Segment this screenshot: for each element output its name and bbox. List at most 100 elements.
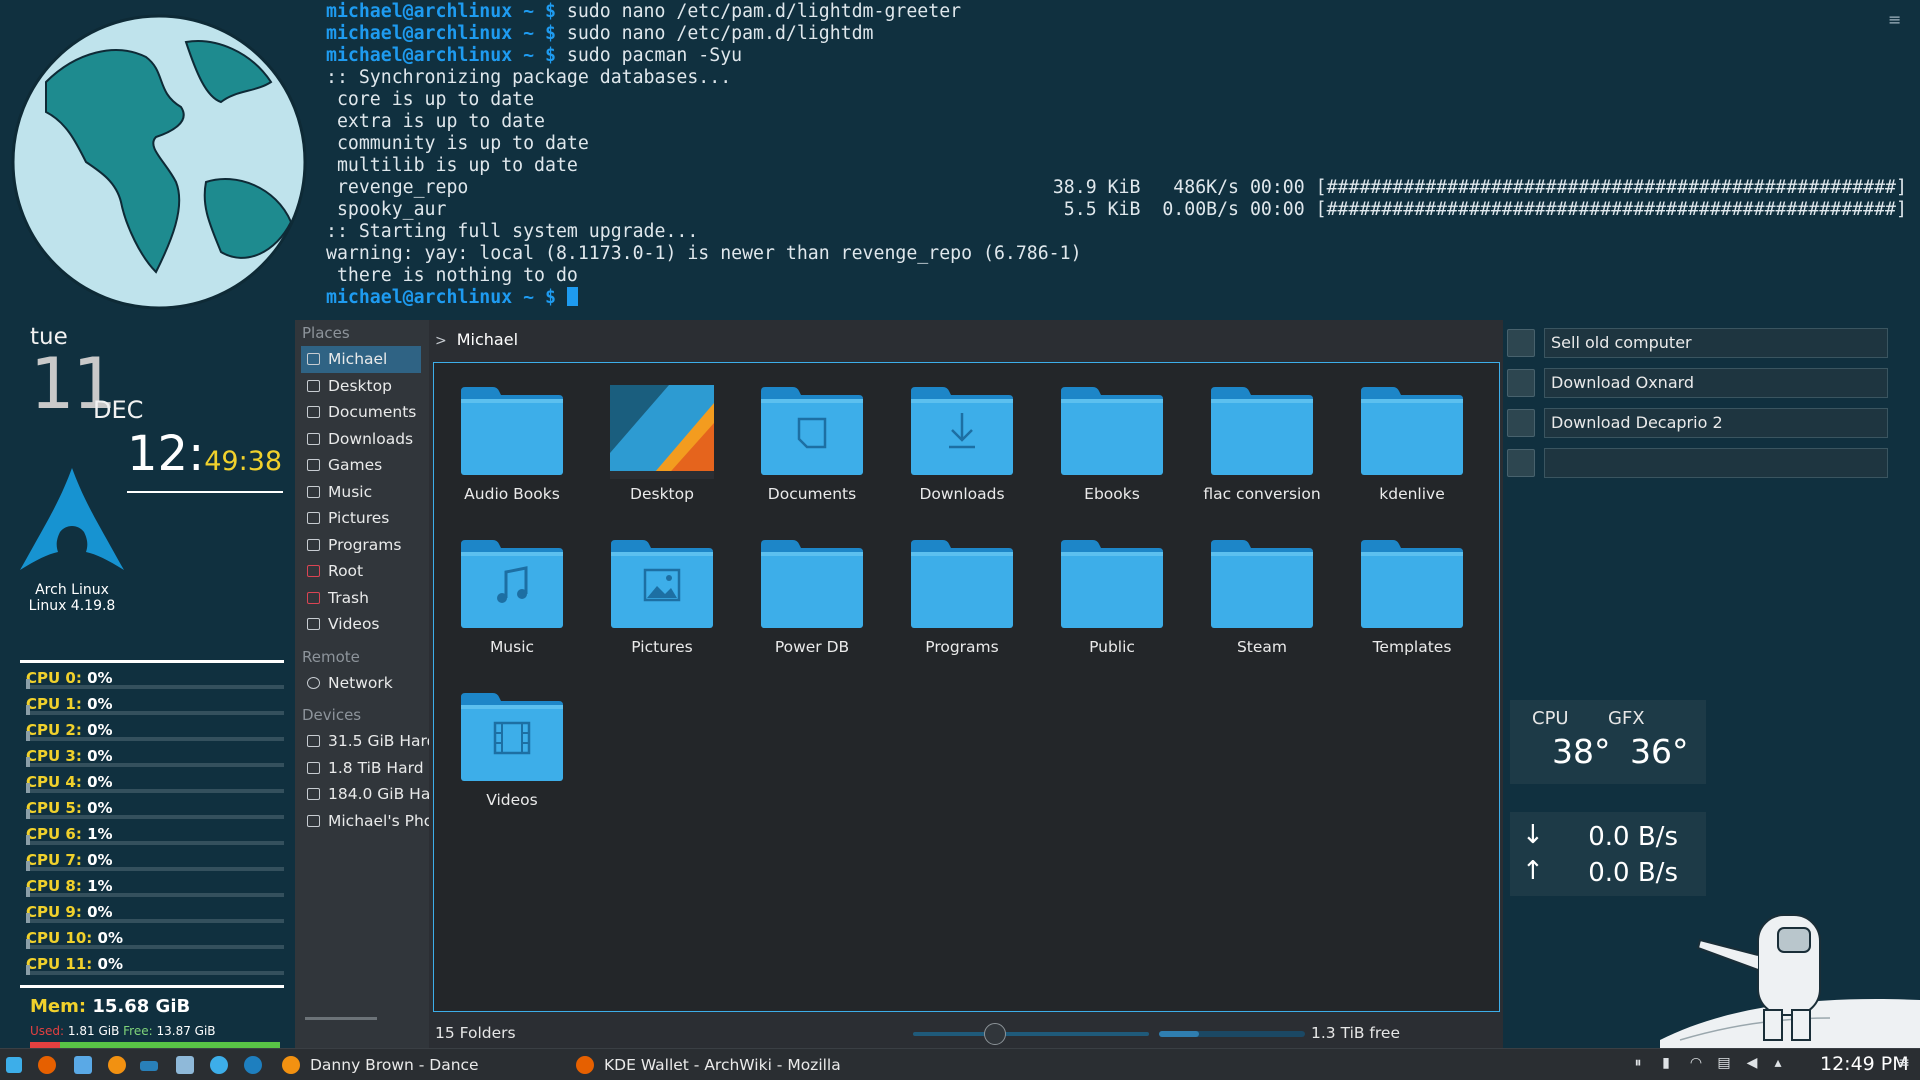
download-row: ↓ 0.0 B/s xyxy=(1510,820,1706,856)
discover-icon[interactable] xyxy=(176,1056,194,1074)
application-launcher-icon[interactable] xyxy=(6,1057,22,1073)
places-item-trash[interactable]: Trash xyxy=(295,585,429,612)
steam-icon[interactable] xyxy=(244,1056,262,1074)
places-scrollbar[interactable] xyxy=(305,1017,377,1020)
breadcrumb[interactable]: > Michael xyxy=(435,320,518,362)
upload-row: ↑ 0.0 B/s xyxy=(1510,856,1706,892)
folder-icon xyxy=(1342,536,1482,632)
gfx-temp-label: GFX xyxy=(1608,708,1645,729)
terminal-line: warning: yay: local (8.1173.0-1) is newe… xyxy=(326,243,1916,265)
folder-label: kdenlive xyxy=(1379,485,1445,503)
telegram-icon[interactable] xyxy=(210,1056,228,1074)
desktop-clock: 12:49:38 xyxy=(127,428,283,493)
folder-view[interactable]: Audio Books Desktop Documents Downloads Eboo… xyxy=(433,362,1500,1012)
todo-text-field[interactable]: Sell old computer xyxy=(1544,328,1888,358)
places-item-michael-s-pho[interactable]: Michael's Pho xyxy=(295,808,429,835)
terminal-line-text: core is up to date xyxy=(326,89,535,110)
terminal-output[interactable]: michael@archlinux ~ $ sudo nano /etc/pam… xyxy=(326,0,1920,318)
places-item-music[interactable]: Music xyxy=(295,479,429,506)
audio-player-launcher-icon[interactable] xyxy=(108,1056,126,1074)
folder-label: Audio Books xyxy=(464,485,560,503)
folder-item-pictures[interactable]: Pictures xyxy=(592,536,732,656)
folder-item-kdenlive[interactable]: kdenlive xyxy=(1342,383,1482,503)
terminal-line-text: community is up to date xyxy=(326,133,589,154)
kde-connect-icon[interactable] xyxy=(74,1056,92,1074)
pictures-icon xyxy=(307,512,320,524)
places-item-root[interactable]: Root xyxy=(295,558,429,585)
breadcrumb-item-michael[interactable]: Michael xyxy=(457,330,518,349)
folder-item-audio-books[interactable]: Audio Books xyxy=(442,383,582,503)
folder-videos-icon xyxy=(442,689,582,785)
clock-hours: 12: xyxy=(127,426,205,482)
clipboard-icon[interactable]: ▤ xyxy=(1716,1055,1732,1073)
month-label: DEC xyxy=(93,396,144,424)
gfx-temp-value: 36° xyxy=(1630,732,1689,771)
todo-checkbox[interactable] xyxy=(1507,409,1535,437)
folder-item-videos[interactable]: Videos xyxy=(442,689,582,809)
places-item-label: 184.0 GiB Har xyxy=(328,785,429,803)
folder-icon xyxy=(307,459,320,471)
folder-label: Music xyxy=(489,638,535,656)
places-item-desktop[interactable]: Desktop xyxy=(295,373,429,400)
places-item-label: Games xyxy=(328,456,383,474)
todo-checkbox[interactable] xyxy=(1507,329,1535,357)
folder-item-steam[interactable]: Steam xyxy=(1192,536,1332,656)
folder-item-desktop[interactable]: Desktop xyxy=(592,383,732,503)
todo-text-field[interactable] xyxy=(1544,448,1888,478)
folder-item-power-db[interactable]: Power DB xyxy=(742,536,882,656)
places-item-31-5-gib-hard[interactable]: 31.5 GiB Hard xyxy=(295,728,429,755)
places-item-label: 1.8 TiB Hard D xyxy=(328,758,429,777)
documents-icon xyxy=(307,406,320,418)
battery-icon[interactable]: ▮ xyxy=(1658,1055,1674,1073)
folder-item-flac-conversion[interactable]: flac conversion xyxy=(1192,383,1332,503)
cpu-temp-value: 38° xyxy=(1552,732,1611,771)
trash-icon xyxy=(307,591,320,604)
places-item-documents[interactable]: Documents xyxy=(295,399,429,426)
folder-downloads-icon xyxy=(892,383,1032,479)
cpu-usage-fill xyxy=(26,887,30,897)
firefox-launcher-icon[interactable] xyxy=(38,1056,56,1074)
arrow-down-icon: ↓ xyxy=(1522,820,1544,850)
places-item-games[interactable]: Games xyxy=(295,452,429,479)
todo-text-field[interactable]: Download Decaprio 2 xyxy=(1544,408,1888,438)
places-item-network[interactable]: Network xyxy=(295,670,429,697)
places-item-1-8-tib-hard-d[interactable]: 1.8 TiB Hard D xyxy=(295,755,429,782)
expand-tray-icon[interactable]: ▴ xyxy=(1770,1055,1786,1073)
terminal-cursor xyxy=(566,287,578,306)
media-pause-icon[interactable]: ⏸ xyxy=(1630,1055,1646,1073)
taskbar-task[interactable]: Danny Brown - Dance xyxy=(274,1050,564,1080)
zoom-slider[interactable] xyxy=(913,1032,1149,1036)
places-item-programs[interactable]: Programs xyxy=(295,532,429,559)
chromium-icon[interactable] xyxy=(140,1061,158,1071)
folder-icon xyxy=(742,536,882,632)
places-item-michael[interactable]: Michael xyxy=(301,346,421,373)
folder-item-ebooks[interactable]: Ebooks xyxy=(1042,383,1182,503)
places-item-pictures[interactable]: Pictures xyxy=(295,505,429,532)
places-item-184-0-gib-har[interactable]: 184.0 GiB Har xyxy=(295,781,429,808)
folder-item-music[interactable]: Music xyxy=(442,536,582,656)
taskbar-task[interactable]: KDE Wallet - ArchWiki - Mozilla Fi... xyxy=(568,1050,864,1080)
wifi-icon[interactable]: ◠ xyxy=(1688,1055,1704,1073)
volume-icon[interactable]: ◀ xyxy=(1744,1055,1760,1073)
todo-checkbox[interactable] xyxy=(1507,449,1535,477)
folder-item-public[interactable]: Public xyxy=(1042,536,1182,656)
folder-item-documents[interactable]: Documents xyxy=(742,383,882,503)
folder-label: Power DB xyxy=(774,638,850,656)
folder-item-downloads[interactable]: Downloads xyxy=(892,383,1032,503)
cpu-row: CPU 1: 0% xyxy=(20,689,284,715)
terminal-menu-icon[interactable]: ≡ xyxy=(1888,10,1902,29)
panel-menu-icon[interactable]: ≡ xyxy=(1896,1055,1912,1073)
zoom-slider-handle[interactable] xyxy=(984,1023,1006,1045)
terminal-line: michael@archlinux ~ $ xyxy=(326,287,1916,309)
todo-text-field[interactable]: Download Oxnard xyxy=(1544,368,1888,398)
todo-checkbox[interactable] xyxy=(1507,369,1535,397)
places-item-downloads[interactable]: Downloads xyxy=(295,426,429,453)
terminal-line: michael@archlinux ~ $ sudo nano /etc/pam… xyxy=(326,23,1916,45)
cpu-row: CPU 5: 0% xyxy=(20,793,284,819)
terminal-line-text: multilib is up to date xyxy=(326,155,578,176)
cpu-usage-fill xyxy=(26,835,30,845)
folder-item-programs[interactable]: Programs xyxy=(892,536,1032,656)
places-item-videos[interactable]: Videos xyxy=(295,611,429,638)
upload-speed: 0.0 B/s xyxy=(1588,858,1678,888)
folder-item-templates[interactable]: Templates xyxy=(1342,536,1482,656)
